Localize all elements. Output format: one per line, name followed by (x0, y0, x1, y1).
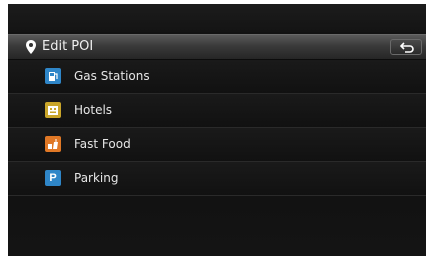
poi-item-label: Parking (74, 171, 119, 185)
empty-list-area (8, 196, 426, 256)
poi-item-fast-food[interactable]: Fast Food (8, 128, 426, 162)
hotel-icon (45, 102, 61, 118)
parking-icon: P (45, 170, 61, 186)
poi-list: Gas Stations Hotels Fast Food P Parking (8, 60, 426, 196)
header-bar: Edit POI (8, 34, 426, 60)
map-pin-icon (26, 40, 36, 54)
poi-item-label: Hotels (74, 103, 113, 117)
back-button[interactable] (390, 39, 422, 55)
top-bar (8, 4, 426, 32)
poi-item-label: Fast Food (74, 137, 131, 151)
gas-pump-icon (45, 68, 61, 84)
poi-item-label: Gas Stations (74, 69, 150, 83)
poi-item-gas-stations[interactable]: Gas Stations (8, 60, 426, 94)
back-arrow-icon (400, 42, 414, 53)
fast-food-icon (45, 136, 61, 152)
page-title: Edit POI (42, 39, 94, 54)
poi-item-parking[interactable]: P Parking (8, 162, 426, 196)
poi-item-hotels[interactable]: Hotels (8, 94, 426, 128)
screen: Edit POI Gas Stations Hotels Fast Food P… (8, 4, 426, 256)
